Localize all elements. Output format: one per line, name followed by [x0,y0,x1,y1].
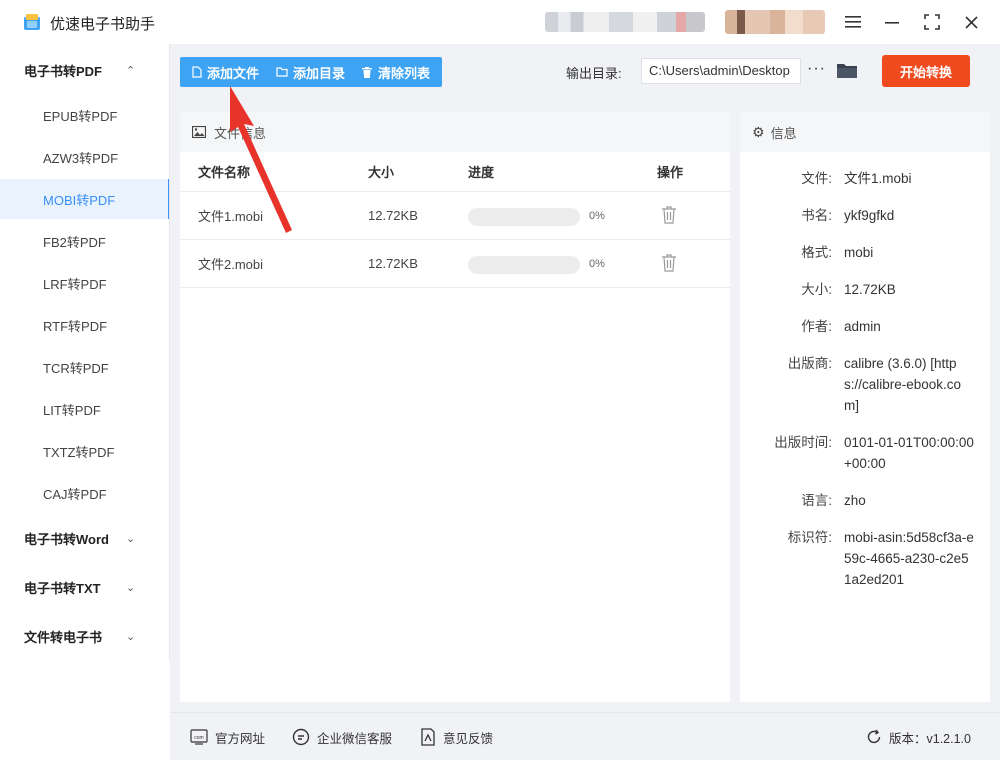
chat-icon [292,728,310,746]
sidebar-divider [169,44,170,660]
chevron-down-icon: ⌄ [126,630,136,643]
info-row-pubdate: 出版时间: 0101-01-01T00:00:00+00:00 [774,435,974,471]
feedback-link[interactable]: 意见反馈 [420,713,493,760]
info-row-file: 文件: 文件1.mobi [801,171,912,186]
file-size: 12.72KB [368,208,418,223]
info-row-size: 大小: 12.72KB [801,282,896,297]
feedback-icon [421,728,435,746]
sidebar-item-azw3[interactable]: AZW3转PDF [0,137,170,177]
info-row-language: 语言: zho [801,493,866,508]
sidebar-item-mobi[interactable]: MOBI转PDF [0,179,170,219]
sidebar-category-file-to-ebook[interactable]: 文件转电子书 ⌄ [0,612,170,660]
annotation-arrow-icon [230,86,292,233]
file-name: 文件2.mobi [198,257,264,272]
maximize-icon[interactable] [920,10,944,34]
website-icon: com [190,729,208,745]
info-list: 文件: 文件1.mobi 书名: ykf9gfkd 格式: mobi 大小: 12.72… [740,168,990,606]
gear-icon: ⚙ [752,123,765,140]
sidebar-item-fb2[interactable]: FB2转PDF [0,221,170,261]
sidebar-item-lrf[interactable]: LRF转PDF [0,263,170,303]
chevron-down-icon: ⌄ [126,532,136,545]
version-info: 版本：v1.2.1.0 [866,713,971,760]
file-size: 12.72KB [368,256,418,271]
more-options-button[interactable]: ··· [807,60,826,78]
sidebar-category-ebook-to-pdf[interactable]: 电子书转PDF ⌃ [0,46,170,94]
image-icon [192,126,206,138]
delete-icon[interactable] [661,254,677,272]
col-size: 大小 [368,165,395,180]
info-panel-header: ⚙ 信息 [740,112,990,152]
trash-icon [362,66,373,78]
clear-list-button[interactable]: 清除列表 [362,57,430,87]
output-dir-label: 输出目录: [566,66,622,81]
info-row-publisher: 出版商: calibre (3.6.0) [https://calibre-ebo… [787,356,962,413]
folder-icon [276,67,288,77]
sidebar-item-lit[interactable]: LIT转PDF [0,389,170,429]
info-panel: ⚙ 信息 文件: 文件1.mobi 书名: ykf9gfkd 格式: mobi 大小:… [740,112,990,702]
sidebar-item-rtf[interactable]: RTF转PDF [0,305,170,345]
wechat-service-link[interactable]: 企业微信客服 [292,713,392,760]
blurred-avatar [725,10,825,34]
progress-bar [468,208,580,226]
start-convert-button[interactable]: 开始转换 [882,55,970,87]
info-row-title: 书名: ykf9gfkd [801,208,895,223]
title-bar: 优速电子书助手 [0,0,1000,44]
refresh-icon [867,729,881,744]
progress-percent: 0% [589,209,605,222]
sidebar-item-caj[interactable]: CAJ转PDF [0,473,170,513]
output-dir-field[interactable]: C:\Users\admin\Desktop [641,58,801,84]
browse-folder-icon[interactable] [837,62,857,78]
info-row-identifier: 标识符: mobi-asin:5d58cf3a-e59c-4665-a230-c2… [787,530,974,587]
minimize-icon[interactable] [880,10,904,34]
progress-bar [468,256,580,274]
delete-icon[interactable] [661,206,677,224]
blurred-user-info [545,12,705,32]
sidebar-item-txtz[interactable]: TXTZ转PDF [0,431,170,471]
sidebar: 电子书转PDF ⌃ EPUB转PDF AZW3转PDF MOBI转PDF FB2… [0,44,170,760]
table-row[interactable]: 文件2.mobi 12.72KB 0% [180,240,730,288]
sidebar-item-tcr[interactable]: TCR转PDF [0,347,170,387]
app-title: 优速电子书助手 [50,16,156,33]
info-row-format: 格式: mobi [801,245,874,260]
chevron-down-icon: ⌄ [126,581,136,594]
info-row-author: 作者: admin [801,319,881,334]
footer: com 官方网址 企业微信客服 意见反馈 版本：v1.2.1.0 [170,712,1000,760]
website-link[interactable]: com 官方网址 [190,713,265,760]
sidebar-category-ebook-to-word[interactable]: 电子书转Word ⌄ [0,514,170,562]
app-logo-icon [24,14,40,30]
col-action: 操作 [657,165,684,180]
menu-icon[interactable] [841,10,865,34]
chevron-up-icon: ⌃ [126,64,136,77]
file-icon [192,66,202,78]
close-icon[interactable] [959,10,983,34]
progress-percent: 0% [589,257,605,270]
sidebar-category-ebook-to-txt[interactable]: 电子书转TXT ⌄ [0,563,170,611]
col-progress: 进度 [468,165,495,180]
info-panel-title: 信息 [770,125,797,141]
svg-text:com: com [194,735,203,741]
sidebar-item-epub[interactable]: EPUB转PDF [0,95,170,135]
